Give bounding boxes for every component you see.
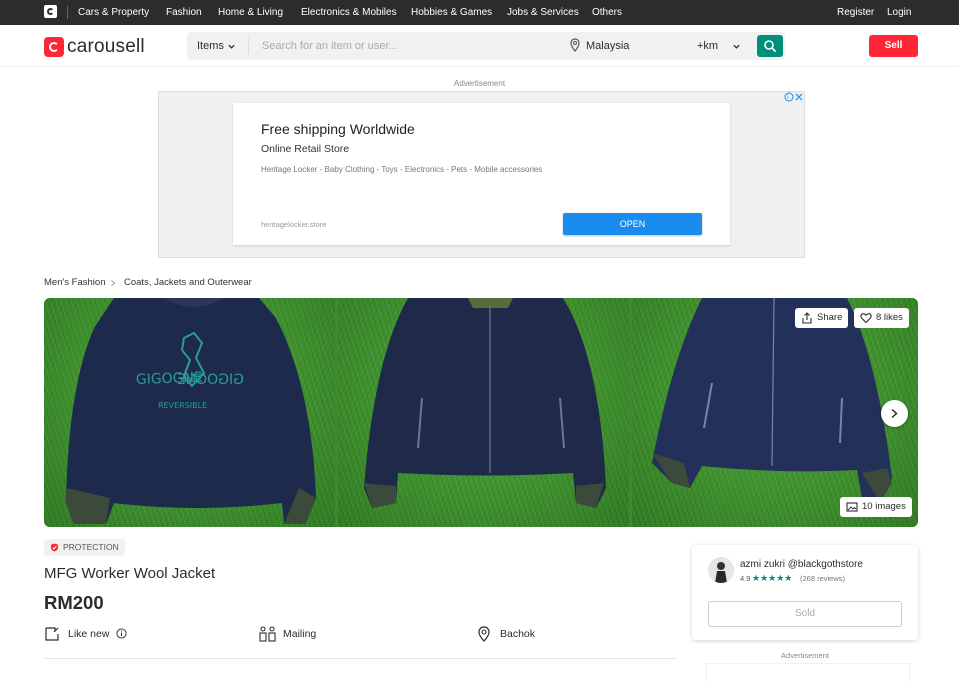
- advertisement-card[interactable]: Free shipping Worldwide Online Retail St…: [233, 103, 730, 245]
- chevron-right-icon: [111, 280, 116, 286]
- share-label: Share: [817, 312, 843, 323]
- share-button[interactable]: Share: [795, 308, 849, 328]
- carousell-small-logo-icon[interactable]: [44, 5, 57, 18]
- ad-headline: Free shipping Worldwide: [261, 121, 415, 137]
- jacket-back-photo: GIGOGNE GIGOGNE REVERSIBLE: [65, 298, 316, 524]
- search-divider: [248, 38, 249, 54]
- seller-name[interactable]: azmi zukri @blackgothstore: [740, 559, 863, 570]
- delivery-info: Mailing: [259, 626, 359, 642]
- nav-jobs-services[interactable]: Jobs & Services: [507, 7, 579, 18]
- meetup-mailing-icon: [259, 626, 276, 642]
- seller-card: azmi zukri @blackgothstore 4.9 ★★★★★ (26…: [692, 545, 918, 640]
- condition-tag-icon: [45, 627, 59, 641]
- chevron-down-icon[interactable]: [732, 42, 741, 51]
- seller-avatar[interactable]: [708, 557, 734, 583]
- ad-domain: heritagelocker.store: [261, 220, 327, 229]
- breadcrumb-mens-fashion[interactable]: Men's Fashion: [44, 277, 105, 288]
- avatar-image: [708, 557, 734, 583]
- listing-title: MFG Worker Wool Jacket: [44, 565, 216, 582]
- search-icon: [764, 40, 776, 52]
- protection-label: PROTECTION: [63, 542, 119, 552]
- ad-description: Heritage Locker - Baby Clothing - Toys -…: [261, 165, 543, 174]
- svg-text:i: i: [787, 95, 788, 101]
- top-nav-divider: [67, 6, 68, 19]
- sidebar-advertisement-frame: [706, 663, 910, 683]
- shield-icon: [50, 543, 59, 552]
- chevron-right-icon: [891, 408, 898, 419]
- distance-select[interactable]: +km: [697, 40, 718, 52]
- location-label: Bachok: [500, 628, 536, 640]
- rating-stars-icon: ★★★★★: [752, 573, 793, 583]
- gallery-next-button[interactable]: [881, 400, 908, 427]
- main-header: carousell Items Search for an item or us…: [0, 25, 959, 67]
- nav-hobbies-games[interactable]: Hobbies & Games: [411, 7, 492, 18]
- condition-info: Like new: [44, 626, 164, 642]
- location-select[interactable]: Malaysia: [586, 40, 629, 52]
- likes-count: 8 likes: [876, 312, 903, 323]
- nav-cars-property[interactable]: Cars & Property: [78, 7, 149, 18]
- search-button[interactable]: [757, 35, 783, 57]
- info-icon[interactable]: [116, 628, 127, 639]
- advertisement-label: Advertisement: [453, 79, 506, 88]
- like-button[interactable]: 8 likes: [854, 308, 909, 328]
- breadcrumb-coats-jackets[interactable]: Coats, Jackets and Outerwear: [124, 277, 252, 288]
- chevron-down-icon[interactable]: [227, 42, 236, 51]
- nav-electronics-mobiles[interactable]: Electronics & Mobiles: [301, 7, 397, 18]
- carousell-logo[interactable]: carousell: [44, 36, 145, 58]
- seller-reviews[interactable]: (268 reviews): [800, 574, 845, 583]
- login-link[interactable]: Login: [887, 7, 911, 18]
- carousell-logo-icon: [44, 37, 64, 57]
- image-count-badge[interactable]: 10 images: [840, 497, 912, 517]
- location-pin-icon: [570, 38, 580, 52]
- delivery-label: Mailing: [283, 628, 317, 640]
- section-divider: [44, 658, 677, 659]
- ad-choices-icon[interactable]: i: [784, 92, 804, 102]
- jacket-front-photo: [364, 298, 606, 508]
- sidebar-advertisement-label: Advertisement: [781, 651, 829, 660]
- register-link[interactable]: Register: [837, 7, 874, 18]
- ad-open-button[interactable]: OPEN: [563, 213, 702, 235]
- location-info: Bachok: [476, 626, 576, 642]
- heart-icon: [860, 313, 872, 324]
- seller-rating: 4.9: [740, 574, 751, 583]
- location-pin-icon: [478, 626, 490, 642]
- nav-others[interactable]: Others: [592, 7, 622, 18]
- brand-wordmark: carousell: [67, 36, 145, 57]
- jacket-angle-photo: [652, 298, 892, 503]
- top-nav-bar: Cars & Property Fashion Home & Living El…: [0, 0, 959, 25]
- condition-label: Like new: [68, 628, 110, 640]
- nav-fashion[interactable]: Fashion: [166, 7, 202, 18]
- ad-store-name: Online Retail Store: [261, 143, 350, 155]
- share-icon: [802, 312, 812, 324]
- search-scope-select[interactable]: Items: [197, 40, 224, 52]
- image-count-label: 10 images: [862, 501, 906, 512]
- search-bar: Items Search for an item or user... Mala…: [187, 32, 785, 60]
- listing-price: RM200: [44, 592, 104, 613]
- sold-button[interactable]: Sold: [708, 601, 902, 627]
- search-input[interactable]: Search for an item or user...: [262, 40, 398, 52]
- sell-button[interactable]: Sell: [869, 35, 918, 57]
- gallery-photo-2[interactable]: [338, 298, 629, 527]
- print-text-reversible: REVERSIBLE: [158, 401, 207, 410]
- gallery-photo-3[interactable]: [632, 298, 918, 527]
- image-gallery[interactable]: GIGOGNE GIGOGNE REVERSIBLE Share 8 likes…: [44, 298, 918, 527]
- image-icon: [846, 502, 858, 512]
- gallery-photo-1[interactable]: GIGOGNE GIGOGNE REVERSIBLE: [44, 298, 335, 527]
- nav-home-living[interactable]: Home & Living: [218, 7, 283, 18]
- protection-badge[interactable]: PROTECTION: [44, 539, 125, 556]
